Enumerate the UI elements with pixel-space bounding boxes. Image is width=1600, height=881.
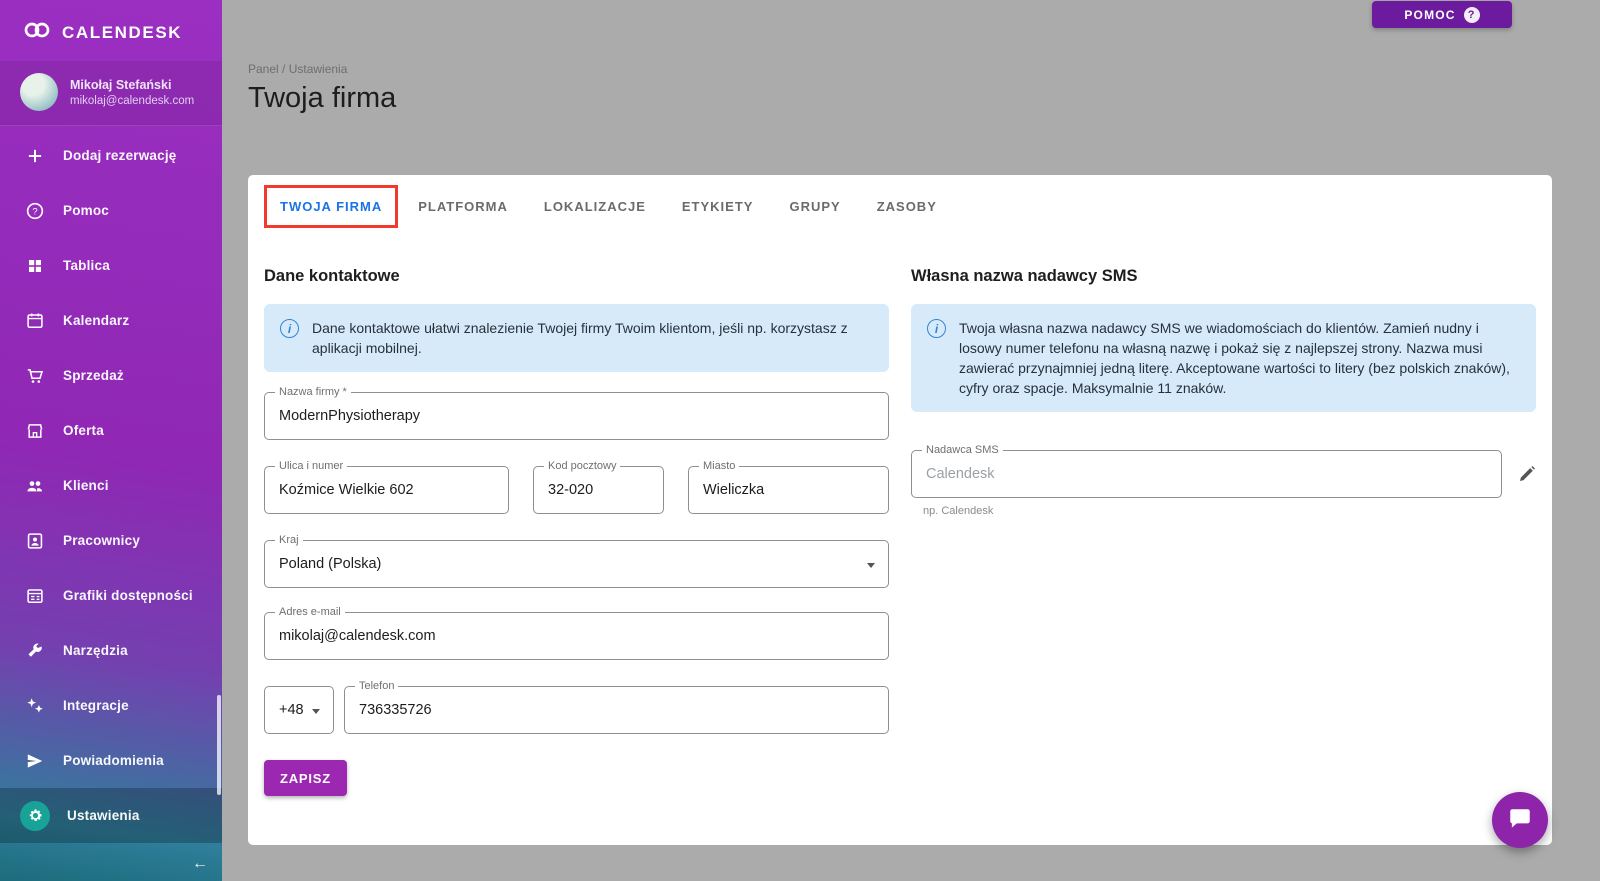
integrations-icon [24,695,46,717]
tab-bar: TWOJA FIRMA PLATFORMA LOKALIZACJE ETYKIE… [264,175,1536,237]
country-value: Poland (Polska) [279,556,382,572]
schedule-icon [24,585,46,607]
user-name: Mikołaj Stefański [70,77,172,92]
plus-icon [24,145,46,167]
info-icon: i [927,319,946,338]
people-icon [24,475,46,497]
sms-sender-input[interactable] [912,451,1501,497]
calendar-icon [24,310,46,332]
avatar [20,73,58,111]
street-input[interactable] [265,467,508,513]
sidebar-item-dodaj-rezerwacje[interactable]: Dodaj rezerwację [0,128,222,183]
sidebar-item-kalendarz[interactable]: Kalendarz [0,293,222,348]
gear-icon [20,800,50,831]
sms-heading: Własna nazwa nadawcy SMS [911,267,1138,285]
phone-input[interactable] [345,687,888,733]
tab-platforma[interactable]: PLATFORMA [402,185,524,228]
user-profile[interactable]: Mikołaj Stefański mikolaj@calendesk.com [0,61,222,126]
country-select[interactable]: Kraj Poland (Polska) [264,534,889,588]
tab-lokalizacje[interactable]: LOKALIZACJE [528,185,662,228]
sidebar-item-integracje[interactable]: Integracje [0,678,222,733]
contact-section: Dane kontaktowe i Dane kontaktowe ułatwi… [264,253,889,796]
sidebar-item-sprzedaz[interactable]: Sprzedaż [0,348,222,403]
dashboard-icon [24,255,46,277]
chevron-down-icon [867,563,875,568]
email-field[interactable]: Adres e-mail [264,606,889,660]
tab-zasoby[interactable]: ZASOBY [861,185,953,228]
phone-prefix-value: +48 [279,702,304,718]
postal-code-field[interactable]: Kod pocztowy [533,460,664,514]
sidebar-nav: Dodaj rezerwację ? Pomoc Tablica Kalenda… [0,128,222,843]
chat-fab[interactable] [1492,792,1548,848]
info-icon: i [280,319,299,338]
company-name-field[interactable]: Nazwa firmy * [264,386,889,440]
sms-info-text: Twoja własna nazwa nadawcy SMS we wiadom… [959,320,1510,396]
sidebar: CALENDESK Mikołaj Stefański mikolaj@cale… [0,0,222,881]
cart-icon [24,365,46,387]
chevron-down-icon [312,709,320,714]
svg-text:?: ? [32,206,37,217]
contact-info-text: Dane kontaktowe ułatwi znalezienie Twoje… [312,320,848,356]
badge-icon [24,530,46,552]
user-email: mikolaj@calendesk.com [70,94,195,107]
sidebar-item-ustawienia[interactable]: Ustawienia [0,788,222,843]
brand[interactable]: CALENDESK [0,0,222,61]
settings-card: TWOJA FIRMA PLATFORMA LOKALIZACJE ETYKIE… [248,175,1552,845]
tab-etykiety[interactable]: ETYKIETY [666,185,770,228]
sidebar-item-klienci[interactable]: Klienci [0,458,222,513]
sidebar-item-pracownicy[interactable]: Pracownicy [0,513,222,568]
tools-icon [24,640,46,662]
page-title: Twoja firma [248,82,397,114]
company-name-input[interactable] [265,393,888,439]
phone-field[interactable]: Telefon [344,680,889,734]
sms-sender-field[interactable]: Nadawca SMS [911,444,1502,498]
chat-bubble-icon [1507,806,1533,835]
contact-heading: Dane kontaktowe [264,267,400,285]
main-content: Panel / Ustawienia Twoja firma TWOJA FIR… [222,0,1600,881]
edit-icon[interactable] [1516,465,1536,484]
city-field[interactable]: Miasto [688,460,889,514]
phone-prefix-select[interactable]: +48 [264,686,334,734]
sidebar-scrollbar-thumb[interactable] [217,695,221,795]
help-icon: ? [24,200,46,222]
tab-twoja-firma[interactable]: TWOJA FIRMA [264,184,399,228]
tab-grupy[interactable]: GRUPY [773,185,856,228]
sms-sender-helper: np. Calendesk [923,505,994,517]
calendesk-logo-icon [22,20,52,45]
sidebar-item-tablica[interactable]: Tablica [0,238,222,293]
brand-name: CALENDESK [62,22,183,42]
postal-code-input[interactable] [534,467,663,513]
sidebar-item-oferta[interactable]: Oferta [0,403,222,458]
send-icon [24,750,46,772]
save-button[interactable]: ZAPISZ [264,760,348,796]
sidebar-item-grafiki-dostepnosci[interactable]: Grafiki dostępności [0,568,222,623]
contact-info-box: i Dane kontaktowe ułatwi znalezienie Two… [264,304,889,372]
sms-info-box: i Twoja własna nazwa nadawcy SMS we wiad… [911,304,1536,412]
sidebar-item-powiadomienia[interactable]: Powiadomienia [0,733,222,788]
sidebar-collapse-icon[interactable]: ← [192,855,208,873]
street-field[interactable]: Ulica i numer [264,460,509,514]
sidebar-item-pomoc[interactable]: ? Pomoc [0,183,222,238]
sidebar-item-narzedzia[interactable]: Narzędzia [0,623,222,678]
storefront-icon [24,420,46,442]
city-input[interactable] [689,467,888,513]
sms-section: Własna nazwa nadawcy SMS i Twoja własna … [911,253,1536,796]
breadcrumb[interactable]: Panel / Ustawienia [248,62,347,76]
email-input[interactable] [265,613,888,659]
